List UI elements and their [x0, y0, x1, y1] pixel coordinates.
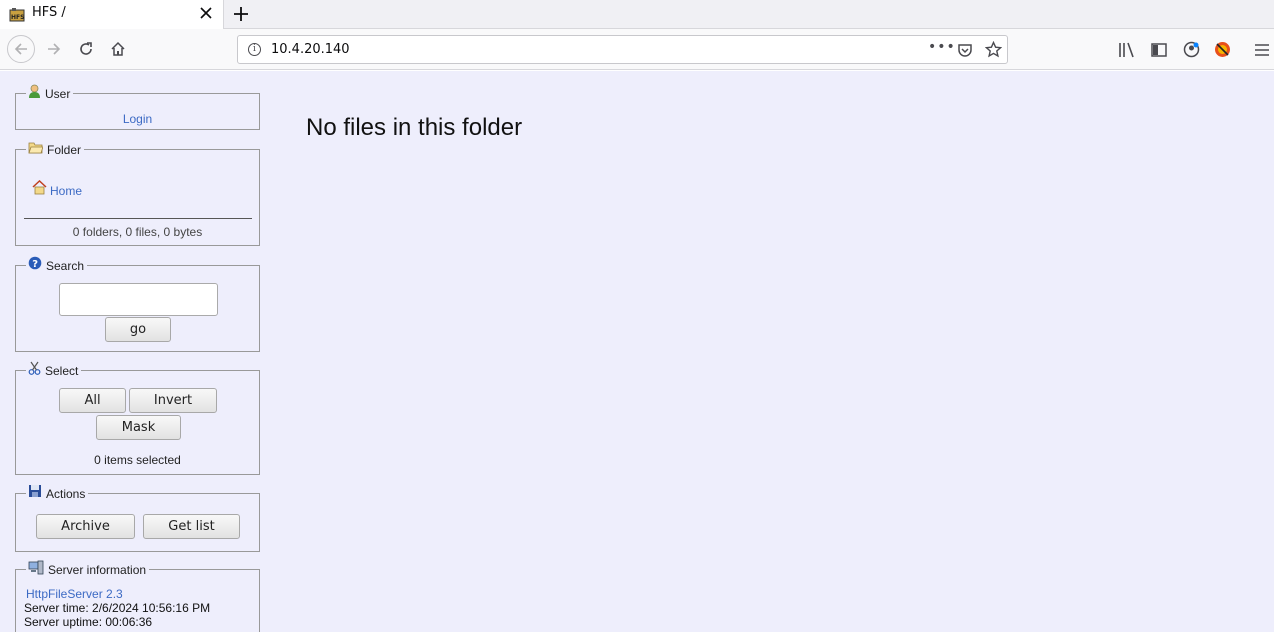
- hfs-version-link[interactable]: HttpFileServer 2.3: [26, 587, 123, 601]
- hfs-favicon-icon: HFS: [9, 7, 25, 22]
- server-info-legend: Server information: [26, 560, 150, 579]
- back-arrow-icon: [14, 43, 27, 55]
- login-link[interactable]: Login: [123, 112, 152, 126]
- scissors-icon: [28, 361, 41, 375]
- url-text[interactable]: 10.4.20.140: [271, 42, 350, 57]
- bookmark-star-icon[interactable]: [984, 40, 1003, 62]
- home-breadcrumb[interactable]: Home: [32, 180, 82, 198]
- page-body: User Login Folder Home 0 folders, 0 file…: [0, 71, 1274, 632]
- hamburger-menu-icon[interactable]: [1254, 42, 1270, 61]
- user-legend-label: User: [45, 87, 71, 101]
- search-legend-label: Search: [46, 259, 85, 273]
- actions-legend: Actions: [26, 485, 89, 503]
- back-button[interactable]: [7, 35, 35, 63]
- server-uptime: Server uptime: 00:06:36: [24, 615, 153, 629]
- reload-icon: [80, 42, 92, 55]
- help-circle-icon: ?: [28, 256, 42, 270]
- search-panel: ? Search go: [15, 256, 260, 352]
- folder-legend: Folder: [26, 141, 85, 159]
- tab-title: HFS /: [32, 5, 66, 20]
- reload-button[interactable]: [73, 36, 99, 62]
- home-icon: [111, 41, 125, 56]
- invert-selection-button[interactable]: Invert: [129, 388, 217, 413]
- get-list-button[interactable]: Get list: [143, 514, 240, 539]
- user-icon: [29, 84, 40, 98]
- folder-divider: [24, 218, 252, 219]
- go-button[interactable]: go: [105, 317, 171, 342]
- navigation-toolbar: i 10.4.20.140 •••: [0, 29, 1274, 70]
- server-info-panel: Server information HttpFileServer 2.3 Se…: [15, 560, 260, 632]
- new-tab-icon[interactable]: [231, 2, 251, 29]
- archive-button[interactable]: Archive: [36, 514, 135, 539]
- library-icon[interactable]: [1118, 42, 1136, 62]
- select-legend: Select: [26, 361, 82, 380]
- home-folder-icon: [32, 180, 47, 195]
- search-legend: ? Search: [26, 256, 88, 275]
- search-input[interactable]: [59, 283, 218, 316]
- folder-icon: [28, 142, 43, 154]
- floppy-disk-icon: [29, 485, 41, 497]
- select-panel: Select All Invert Mask 0 items selected: [15, 361, 260, 475]
- folder-summary: 0 folders, 0 files, 0 bytes: [72, 225, 203, 239]
- user-panel: User Login: [15, 84, 260, 130]
- selection-status: 0 items selected: [94, 453, 181, 467]
- sidebar-toggle-icon[interactable]: [1151, 42, 1167, 62]
- site-info-icon[interactable]: i: [248, 43, 261, 56]
- actions-panel: Actions Archive Get list: [15, 485, 260, 552]
- folder-panel: Folder Home 0 folders, 0 files, 0 bytes: [15, 141, 260, 246]
- server-time: Server time: 2/6/2024 10:56:16 PM: [24, 601, 211, 615]
- folder-legend-label: Folder: [47, 143, 82, 157]
- server-info-legend-label: Server information: [48, 563, 147, 577]
- select-all-button[interactable]: All: [59, 388, 126, 413]
- forward-arrow-icon: [48, 43, 61, 55]
- actions-legend-label: Actions: [46, 487, 86, 501]
- address-bar[interactable]: i 10.4.20.140 •••: [237, 35, 1008, 64]
- select-legend-label: Select: [45, 364, 79, 378]
- forward-button[interactable]: [41, 36, 67, 62]
- account-icon[interactable]: [1183, 41, 1200, 62]
- tab-hfs[interactable]: HFS HFS /: [0, 0, 224, 29]
- pocket-icon[interactable]: [957, 42, 973, 62]
- user-legend: User: [26, 84, 74, 103]
- home-link[interactable]: Home: [50, 184, 82, 198]
- server-icon: [28, 560, 44, 574]
- tab-strip: HFS HFS /: [0, 0, 1274, 29]
- home-button[interactable]: [105, 36, 131, 62]
- svg-text:?: ?: [32, 259, 38, 270]
- svg-text:HFS: HFS: [11, 14, 24, 21]
- close-tab-icon[interactable]: [200, 5, 212, 22]
- mask-button[interactable]: Mask: [96, 415, 181, 440]
- page-actions-menu-icon[interactable]: •••: [928, 39, 956, 55]
- empty-folder-message: No files in this folder: [306, 114, 523, 141]
- extension-blocker-icon[interactable]: [1214, 41, 1231, 62]
